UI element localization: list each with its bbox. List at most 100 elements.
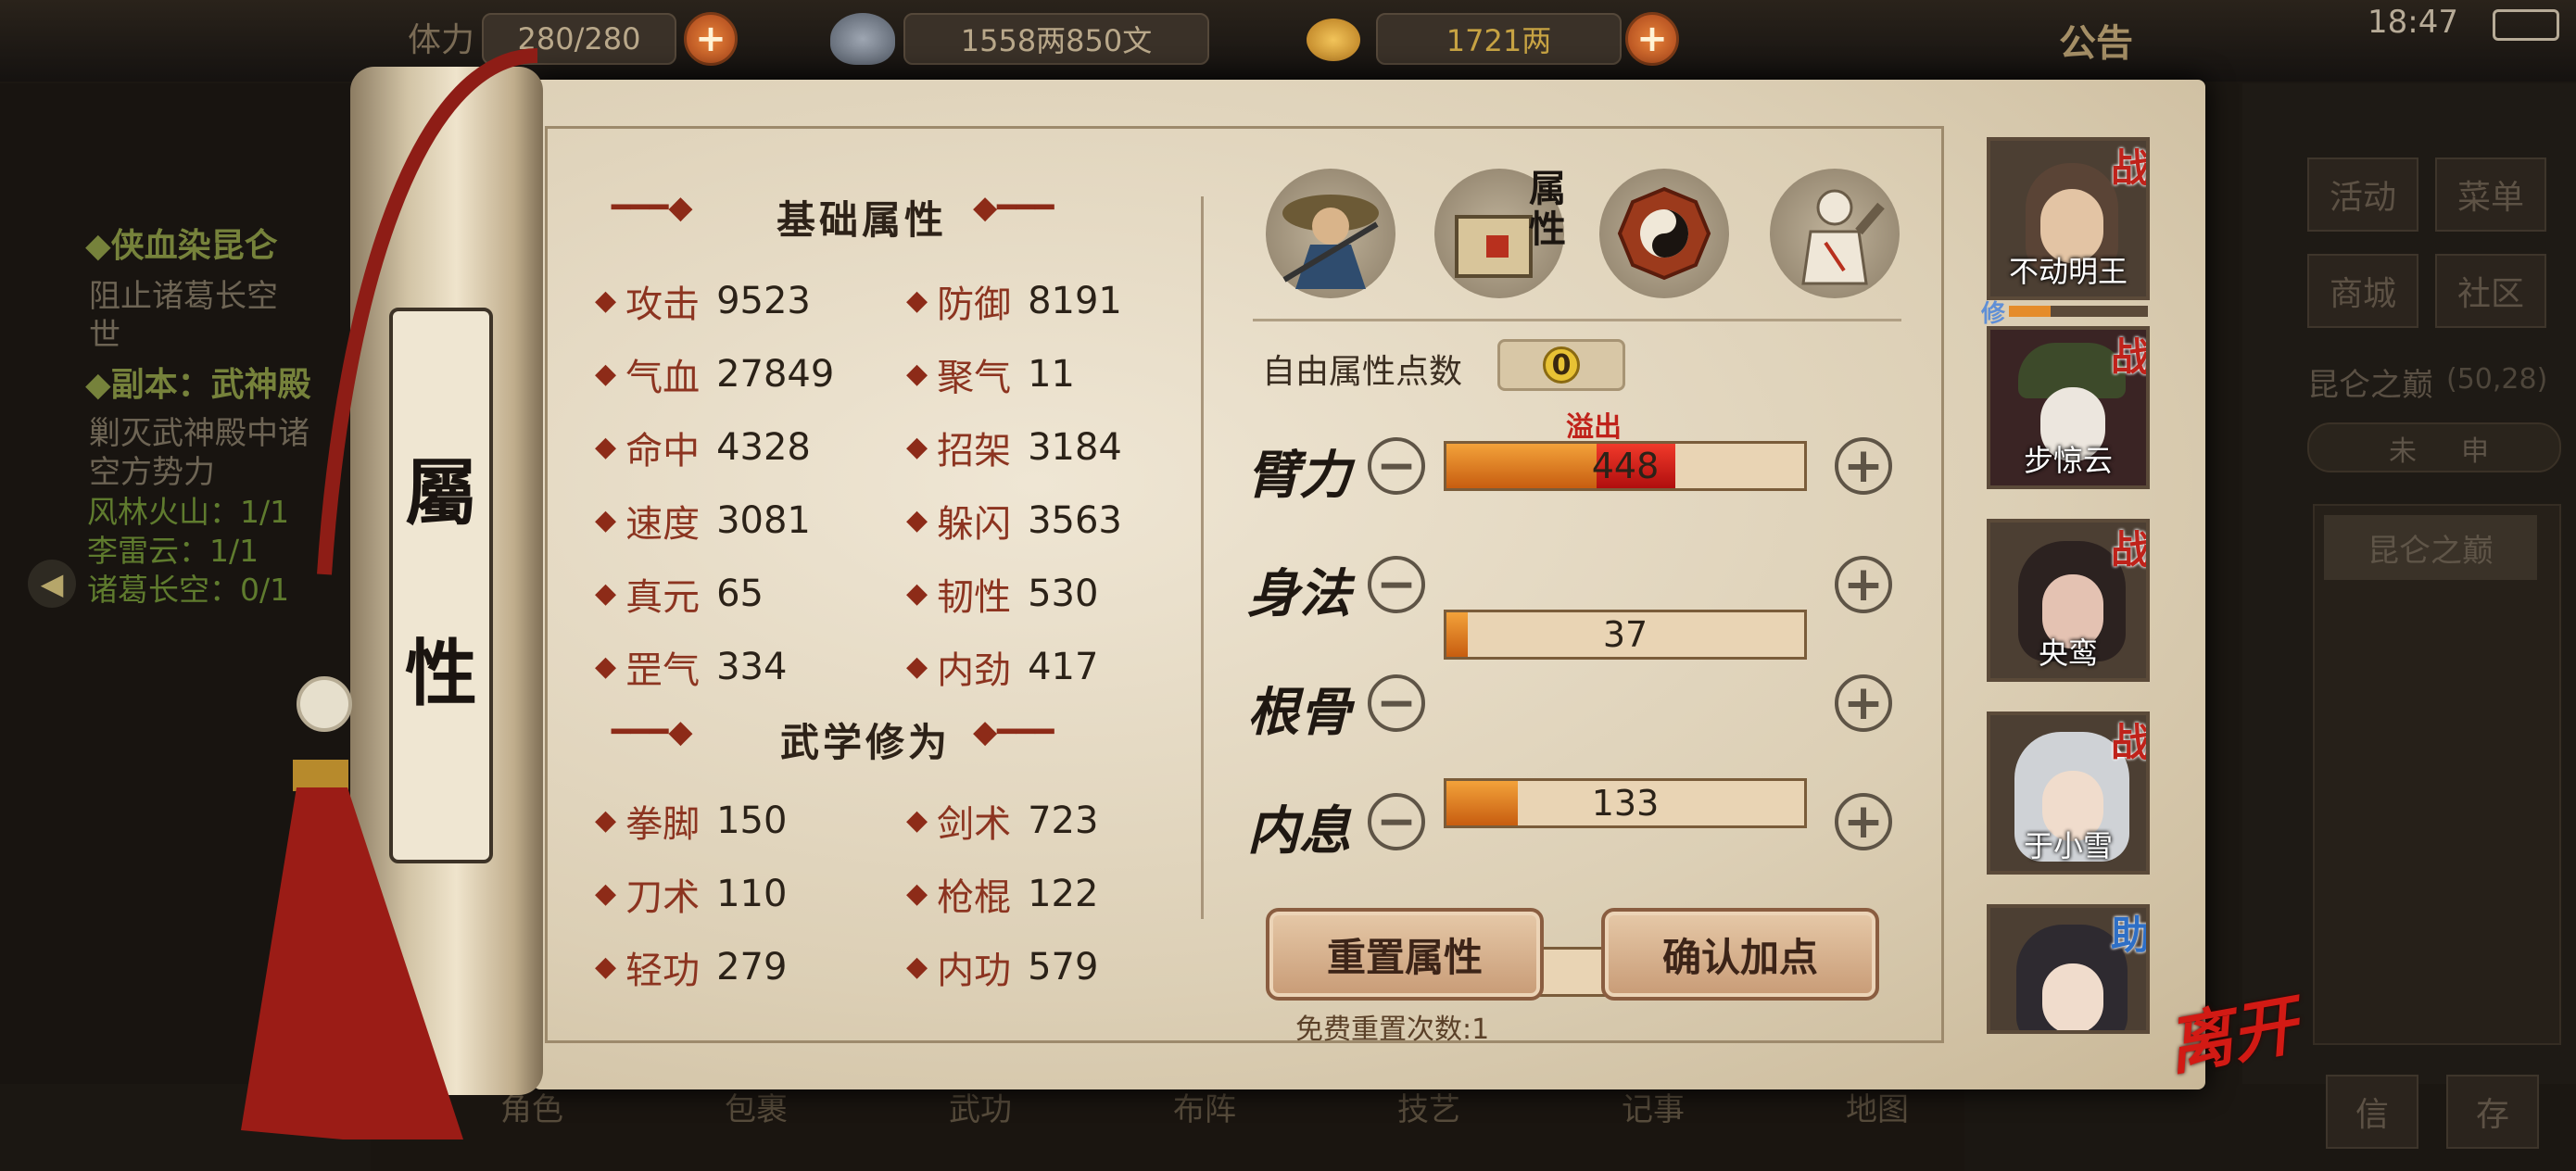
party-member-4[interactable]: 战 于小雪 xyxy=(1987,711,2150,875)
battle-badge: 战 xyxy=(2110,527,2150,573)
nav-map[interactable]: 地图 xyxy=(1846,1084,1909,1158)
tab-divider xyxy=(1253,319,1901,321)
stat-gangqi: ◆ 罡气 334 xyxy=(595,645,788,692)
cultivation-bar xyxy=(2009,306,2148,317)
constitution-value: 133 xyxy=(1591,783,1660,824)
nav-martial[interactable]: 武功 xyxy=(949,1084,1012,1158)
reset-attributes-button[interactable]: 重置属性 xyxy=(1266,908,1544,1001)
attr-name-breath: 内息 xyxy=(1247,800,1351,862)
add-stamina-button[interactable]: + xyxy=(684,12,738,66)
stat-hp: ◆ 气血 27849 xyxy=(595,352,835,399)
party-member-name: 不动明王 xyxy=(2008,254,2128,289)
party-member-5[interactable]: 助 xyxy=(1987,904,2150,1034)
stat-defense: ◆ 防御 8191 xyxy=(906,279,1122,326)
clock: 18:47 xyxy=(2368,4,2458,41)
stat-speed: ◆ 速度 3081 xyxy=(595,498,811,546)
attr-name-strength: 臂力 xyxy=(1247,445,1351,506)
notice-button[interactable]: 公告 xyxy=(2059,13,2133,67)
nav-journal[interactable]: 记事 xyxy=(1622,1084,1685,1158)
compass-bar xyxy=(2307,422,2561,472)
silver-ingot-icon xyxy=(830,13,895,65)
section-ornament-left-2: ━━━◆ xyxy=(612,713,693,750)
attr-name-constitution: 根骨 xyxy=(1247,682,1351,743)
tassel-decoration xyxy=(241,48,538,1140)
bottom-nav-items: 角色 包裹 武功 布阵 技艺 记事 地图 xyxy=(500,1084,1909,1158)
stat-attack: ◆ 攻击 9523 xyxy=(595,279,811,326)
cultivation-bar-fill xyxy=(2009,306,2051,317)
stat-inner-art: ◆ 内功 579 xyxy=(906,945,1099,992)
menu-button[interactable]: 菜单 xyxy=(2435,157,2546,232)
basic-stats-grid: ◆ 攻击 9523 ◆ 防御 8191 ◆ 气血 27849 ◆ 聚气 11 ◆ 命中 4328 ◆… xyxy=(595,264,1188,703)
party-member-1[interactable]: 战 不动明王 xyxy=(1987,137,2150,300)
breath-plus-button[interactable]: + xyxy=(1835,793,1892,850)
martial-section-title: 武学修为 xyxy=(780,720,952,765)
agility-value: 37 xyxy=(1602,614,1648,655)
tab-attributes-label: 属性 xyxy=(1529,168,1566,251)
confirm-points-button[interactable]: 确认加点 xyxy=(1601,908,1879,1001)
map-panel xyxy=(2313,504,2561,1045)
section-ornament-right-2: ◆━━━ xyxy=(973,713,1054,750)
party-member-name: 于小雪 xyxy=(2023,828,2113,863)
stat-spear: ◆ 枪棍 122 xyxy=(906,872,1099,919)
tab-bagua[interactable] xyxy=(1599,169,1729,298)
add-gold-button[interactable]: + xyxy=(1625,12,1679,66)
constitution-bar: 133 xyxy=(1444,778,1807,828)
collapse-arrow-icon[interactable]: ◀ xyxy=(28,560,76,608)
stat-blade: ◆ 刀术 110 xyxy=(595,872,788,919)
silver-value: 1558两850文 xyxy=(903,13,1209,65)
save-button[interactable]: 存 xyxy=(2446,1075,2539,1149)
location-coords: (50,28) xyxy=(2446,363,2548,396)
tab-meridians[interactable] xyxy=(1770,169,1900,298)
nav-skills[interactable]: 技艺 xyxy=(1397,1084,1460,1158)
stat-parry: ◆ 招架 3184 xyxy=(906,425,1122,472)
strength-bar: 448 xyxy=(1444,441,1807,491)
bagua-icon xyxy=(1617,186,1711,281)
section-ornament-left: ━━━◆ xyxy=(612,189,693,226)
stat-dodge: ◆ 躲闪 3563 xyxy=(906,498,1122,546)
tab-character[interactable] xyxy=(1266,169,1395,298)
free-reset-count: 免费重置次数:1 xyxy=(1295,1014,1490,1046)
free-points-box: 0 xyxy=(1497,339,1625,391)
stat-energy: ◆ 聚气 11 xyxy=(906,352,1075,399)
party-member-name: 步惊云 xyxy=(2023,443,2113,478)
battery-icon xyxy=(2493,9,2559,41)
column-divider xyxy=(1201,196,1204,919)
compass-mark-1: 未 xyxy=(2389,435,2417,468)
stat-true-essence: ◆ 真元 65 xyxy=(595,572,764,619)
party-member-3[interactable]: 战 央鸾 xyxy=(1987,519,2150,682)
activity-button[interactable]: 活动 xyxy=(2307,157,2418,232)
nav-bag[interactable]: 包裹 xyxy=(725,1084,788,1158)
stat-toughness: ◆ 韧性 530 xyxy=(906,572,1099,619)
quest-desc-line-2: 世 xyxy=(89,317,120,354)
agility-bar: 37 xyxy=(1444,610,1807,660)
party-member-2[interactable]: 战 步惊云 xyxy=(1987,326,2150,489)
assist-badge: 助 xyxy=(2110,913,2150,958)
party-list: 战 不动明王 修 战 步惊云 战 央鸾 战 于小雪 助 xyxy=(1981,137,2150,1034)
attr-name-agility: 身法 xyxy=(1247,563,1351,624)
breath-minus-button[interactable]: − xyxy=(1368,793,1425,850)
map-tab[interactable]: 昆仑之巅 xyxy=(2324,515,2537,580)
martial-stats-grid: ◆ 拳脚 150 ◆ 剑术 723 ◆ 刀术 110 ◆ 枪棍 122 ◆ 轻功 279 ◆ 内功 57… xyxy=(595,784,1188,1003)
nav-formation[interactable]: 布阵 xyxy=(1173,1084,1236,1158)
constitution-minus-button[interactable]: − xyxy=(1368,674,1425,732)
stat-sword: ◆ 剑术 723 xyxy=(906,799,1099,846)
strength-plus-button[interactable]: + xyxy=(1835,437,1892,495)
agility-plus-button[interactable]: + xyxy=(1835,556,1892,613)
mail-button[interactable]: 信 xyxy=(2326,1075,2418,1149)
straw-hat-swordsman-icon xyxy=(1282,195,1379,289)
section-ornament-right: ◆━━━ xyxy=(973,189,1054,226)
stat-fist: ◆ 拳脚 150 xyxy=(595,799,788,846)
community-button[interactable]: 社区 xyxy=(2435,254,2546,328)
agility-minus-button[interactable]: − xyxy=(1368,556,1425,613)
stat-inner-force: ◆ 内劲 417 xyxy=(906,645,1099,692)
strength-minus-button[interactable]: − xyxy=(1368,437,1425,495)
dungeon-desc-line-2: 空方势力 xyxy=(89,454,215,491)
party-member-name: 央鸾 xyxy=(2038,636,2098,671)
location-name: 昆仑之巅 xyxy=(2307,367,2433,404)
battle-badge: 战 xyxy=(2110,334,2150,380)
overflow-label: 溢出 xyxy=(1566,411,1622,444)
free-points-label: 自由属性点数 xyxy=(1262,353,1463,391)
constitution-plus-button[interactable]: + xyxy=(1835,674,1892,732)
shop-button[interactable]: 商城 xyxy=(2307,254,2418,328)
gold-value: 1721两 xyxy=(1376,13,1622,65)
